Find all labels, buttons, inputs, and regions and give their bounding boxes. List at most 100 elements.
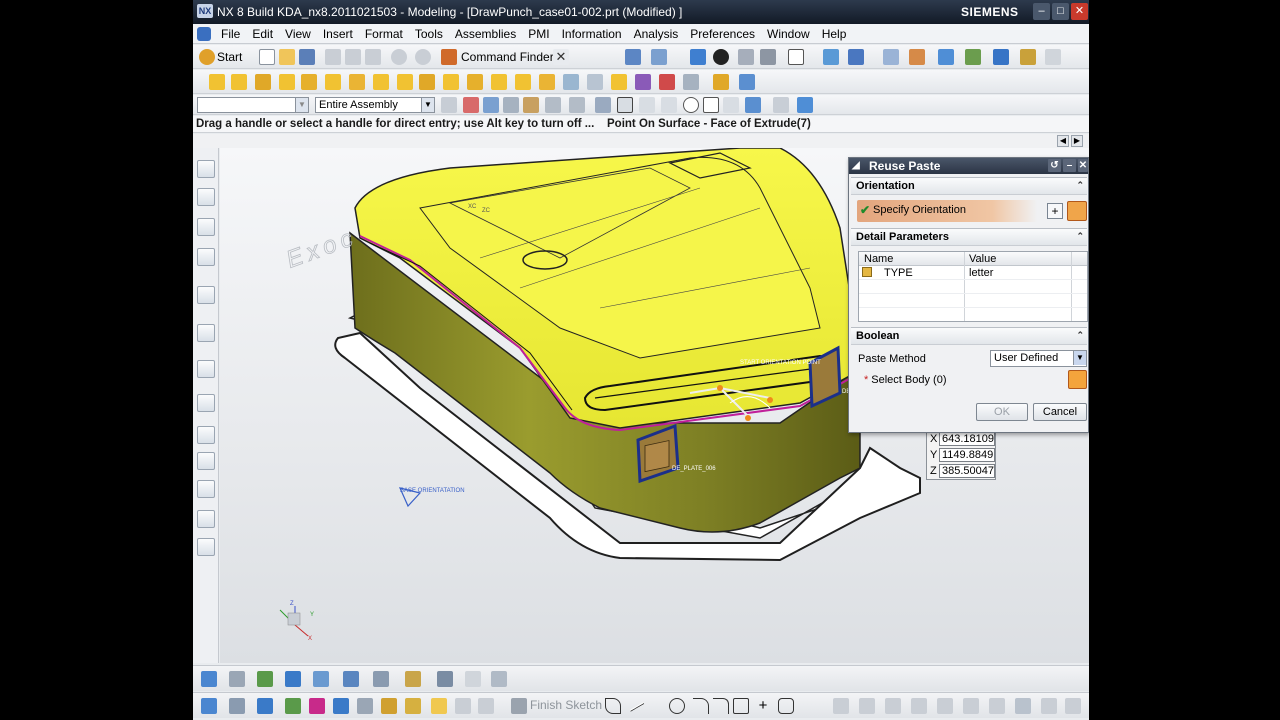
snap-intersection-icon[interactable] xyxy=(639,97,655,113)
move-icon[interactable] xyxy=(848,49,864,65)
feature-tool-3-icon[interactable] xyxy=(257,671,273,687)
hd3d-tools-icon[interactable] xyxy=(197,286,215,304)
scope-select[interactable]: Entire Assembly ▼ xyxy=(315,97,435,113)
menu-preferences[interactable]: Preferences xyxy=(684,27,761,41)
feature-tool-1-icon[interactable] xyxy=(201,671,217,687)
constraint-tool-8-icon[interactable] xyxy=(1015,698,1031,714)
finish-sketch-icon[interactable] xyxy=(511,698,527,714)
wcs-icon[interactable] xyxy=(909,49,925,65)
feature-tool-4-icon[interactable] xyxy=(285,671,301,687)
assembly-navigator-icon[interactable] xyxy=(197,160,215,178)
constraint-tool-2-icon[interactable] xyxy=(859,698,875,714)
line-icon[interactable] xyxy=(629,702,645,712)
offset-curve-icon[interactable] xyxy=(778,698,794,714)
feature-tool-6-icon[interactable] xyxy=(343,671,359,687)
layer-icon[interactable] xyxy=(883,49,899,65)
background-icon[interactable] xyxy=(760,49,776,65)
feature-tool-11-icon[interactable] xyxy=(491,671,507,687)
sketch-tool-3-icon[interactable] xyxy=(257,698,273,714)
undo-icon[interactable] xyxy=(391,49,407,65)
feature-tool-10-icon[interactable] xyxy=(465,671,481,687)
print-icon[interactable] xyxy=(197,538,215,556)
sketch-tool-10-icon[interactable] xyxy=(431,698,447,714)
select-curve-icon[interactable] xyxy=(545,97,561,113)
mold-tool-12-icon[interactable] xyxy=(467,74,483,90)
app-menu-icon[interactable] xyxy=(197,27,211,41)
paste-method-select[interactable]: User Defined ▼ xyxy=(990,350,1087,367)
csys-dialog-button[interactable] xyxy=(1067,201,1087,221)
add-orientation-button[interactable]: + xyxy=(1047,203,1063,219)
select-feature-icon[interactable] xyxy=(483,97,499,113)
boolean-group-header[interactable]: Boolean ⌃ xyxy=(851,327,1087,345)
history-icon[interactable] xyxy=(197,360,215,378)
select-body-filter-icon[interactable] xyxy=(523,97,539,113)
arc-icon[interactable] xyxy=(693,698,709,714)
menu-edit[interactable]: Edit xyxy=(246,27,279,41)
sketch-tool-6-icon[interactable] xyxy=(333,698,349,714)
measure-icon[interactable] xyxy=(965,49,981,65)
menu-information[interactable]: Information xyxy=(556,27,628,41)
deselect-x-icon[interactable]: ✕ xyxy=(553,49,569,65)
type-filter-select[interactable]: ▼ xyxy=(197,97,309,113)
render-style-icon[interactable] xyxy=(713,49,729,65)
snap-point-icon[interactable] xyxy=(703,97,719,113)
dialog-close-button[interactable]: ✕ xyxy=(1078,159,1088,172)
menu-window[interactable]: Window xyxy=(761,27,816,41)
frame-icon[interactable] xyxy=(788,49,804,65)
menu-format[interactable]: Format xyxy=(359,27,409,41)
mold-tool-21-icon[interactable] xyxy=(683,74,699,90)
process-studio-icon[interactable] xyxy=(197,426,215,444)
snap-quadrant-icon[interactable] xyxy=(723,97,739,113)
system-scene-icon[interactable] xyxy=(197,480,215,498)
snap-icon[interactable] xyxy=(823,49,839,65)
coord-y-input[interactable]: 1149.8849 xyxy=(939,448,995,462)
document-icon[interactable] xyxy=(197,510,215,528)
maximize-button[interactable]: □ xyxy=(1052,3,1069,20)
feature-tool-8-icon[interactable] xyxy=(405,671,421,687)
snap-perpendicular-icon[interactable] xyxy=(661,97,677,113)
scroll-left-button[interactable]: ◀ xyxy=(1057,135,1069,147)
mold-tool-14-icon[interactable] xyxy=(515,74,531,90)
feature-tool-9-icon[interactable] xyxy=(437,671,453,687)
feature-tool-7-icon[interactable] xyxy=(373,671,389,687)
mold-tool-1-icon[interactable] xyxy=(209,74,225,90)
cut-icon[interactable] xyxy=(325,49,341,65)
paste-icon[interactable] xyxy=(365,49,381,65)
point-icon[interactable]: + xyxy=(755,698,771,714)
sketch-tool-8-icon[interactable] xyxy=(381,698,397,714)
column-header-value[interactable]: Value xyxy=(969,253,996,265)
menu-analysis[interactable]: Analysis xyxy=(628,27,685,41)
sketch-tool-7-icon[interactable] xyxy=(357,698,373,714)
constraint-tool-1-icon[interactable] xyxy=(833,698,849,714)
minimize-button[interactable]: – xyxy=(1033,3,1050,20)
specify-orientation-row[interactable]: ✔ Specify Orientation xyxy=(857,200,1037,222)
circle-icon[interactable] xyxy=(669,698,685,714)
constraint-navigator-icon[interactable] xyxy=(197,188,215,206)
profile-icon[interactable] xyxy=(605,698,621,714)
dialog-collapse-button[interactable]: – xyxy=(1063,159,1076,172)
select-all-icon[interactable] xyxy=(463,97,479,113)
constraint-tool-6-icon[interactable] xyxy=(963,698,979,714)
select-face-icon[interactable] xyxy=(503,97,519,113)
mold-tool-20-icon[interactable] xyxy=(659,74,675,90)
orientation-group-header[interactable]: Orientation ⌃ xyxy=(851,177,1087,195)
finish-sketch-button[interactable]: Finish Sketch xyxy=(530,698,602,712)
mold-tool-13-icon[interactable] xyxy=(491,74,507,90)
mold-tool-9-icon[interactable] xyxy=(397,74,413,90)
constraint-tool-9-icon[interactable] xyxy=(1041,698,1057,714)
pencil-icon[interactable] xyxy=(1045,49,1061,65)
constraint-tool-10-icon[interactable] xyxy=(1065,698,1081,714)
shaded-cube-icon[interactable] xyxy=(690,49,706,65)
coord-z-input[interactable]: 385.50047 xyxy=(939,464,995,478)
constraint-tool-4-icon[interactable] xyxy=(911,698,927,714)
filter-icon[interactable] xyxy=(441,97,457,113)
web-browser-icon[interactable] xyxy=(197,324,215,342)
menu-pmi[interactable]: PMI xyxy=(522,27,555,41)
fit-view-icon[interactable] xyxy=(625,49,641,65)
sketch-tool-5-icon[interactable] xyxy=(309,698,325,714)
save-icon[interactable] xyxy=(299,49,315,65)
roles-icon[interactable] xyxy=(197,452,215,470)
table-row[interactable]: TYPE letter xyxy=(859,266,1087,280)
fillet-icon[interactable] xyxy=(713,698,729,714)
detail-parameters-group-header[interactable]: Detail Parameters ⌃ xyxy=(851,228,1087,246)
